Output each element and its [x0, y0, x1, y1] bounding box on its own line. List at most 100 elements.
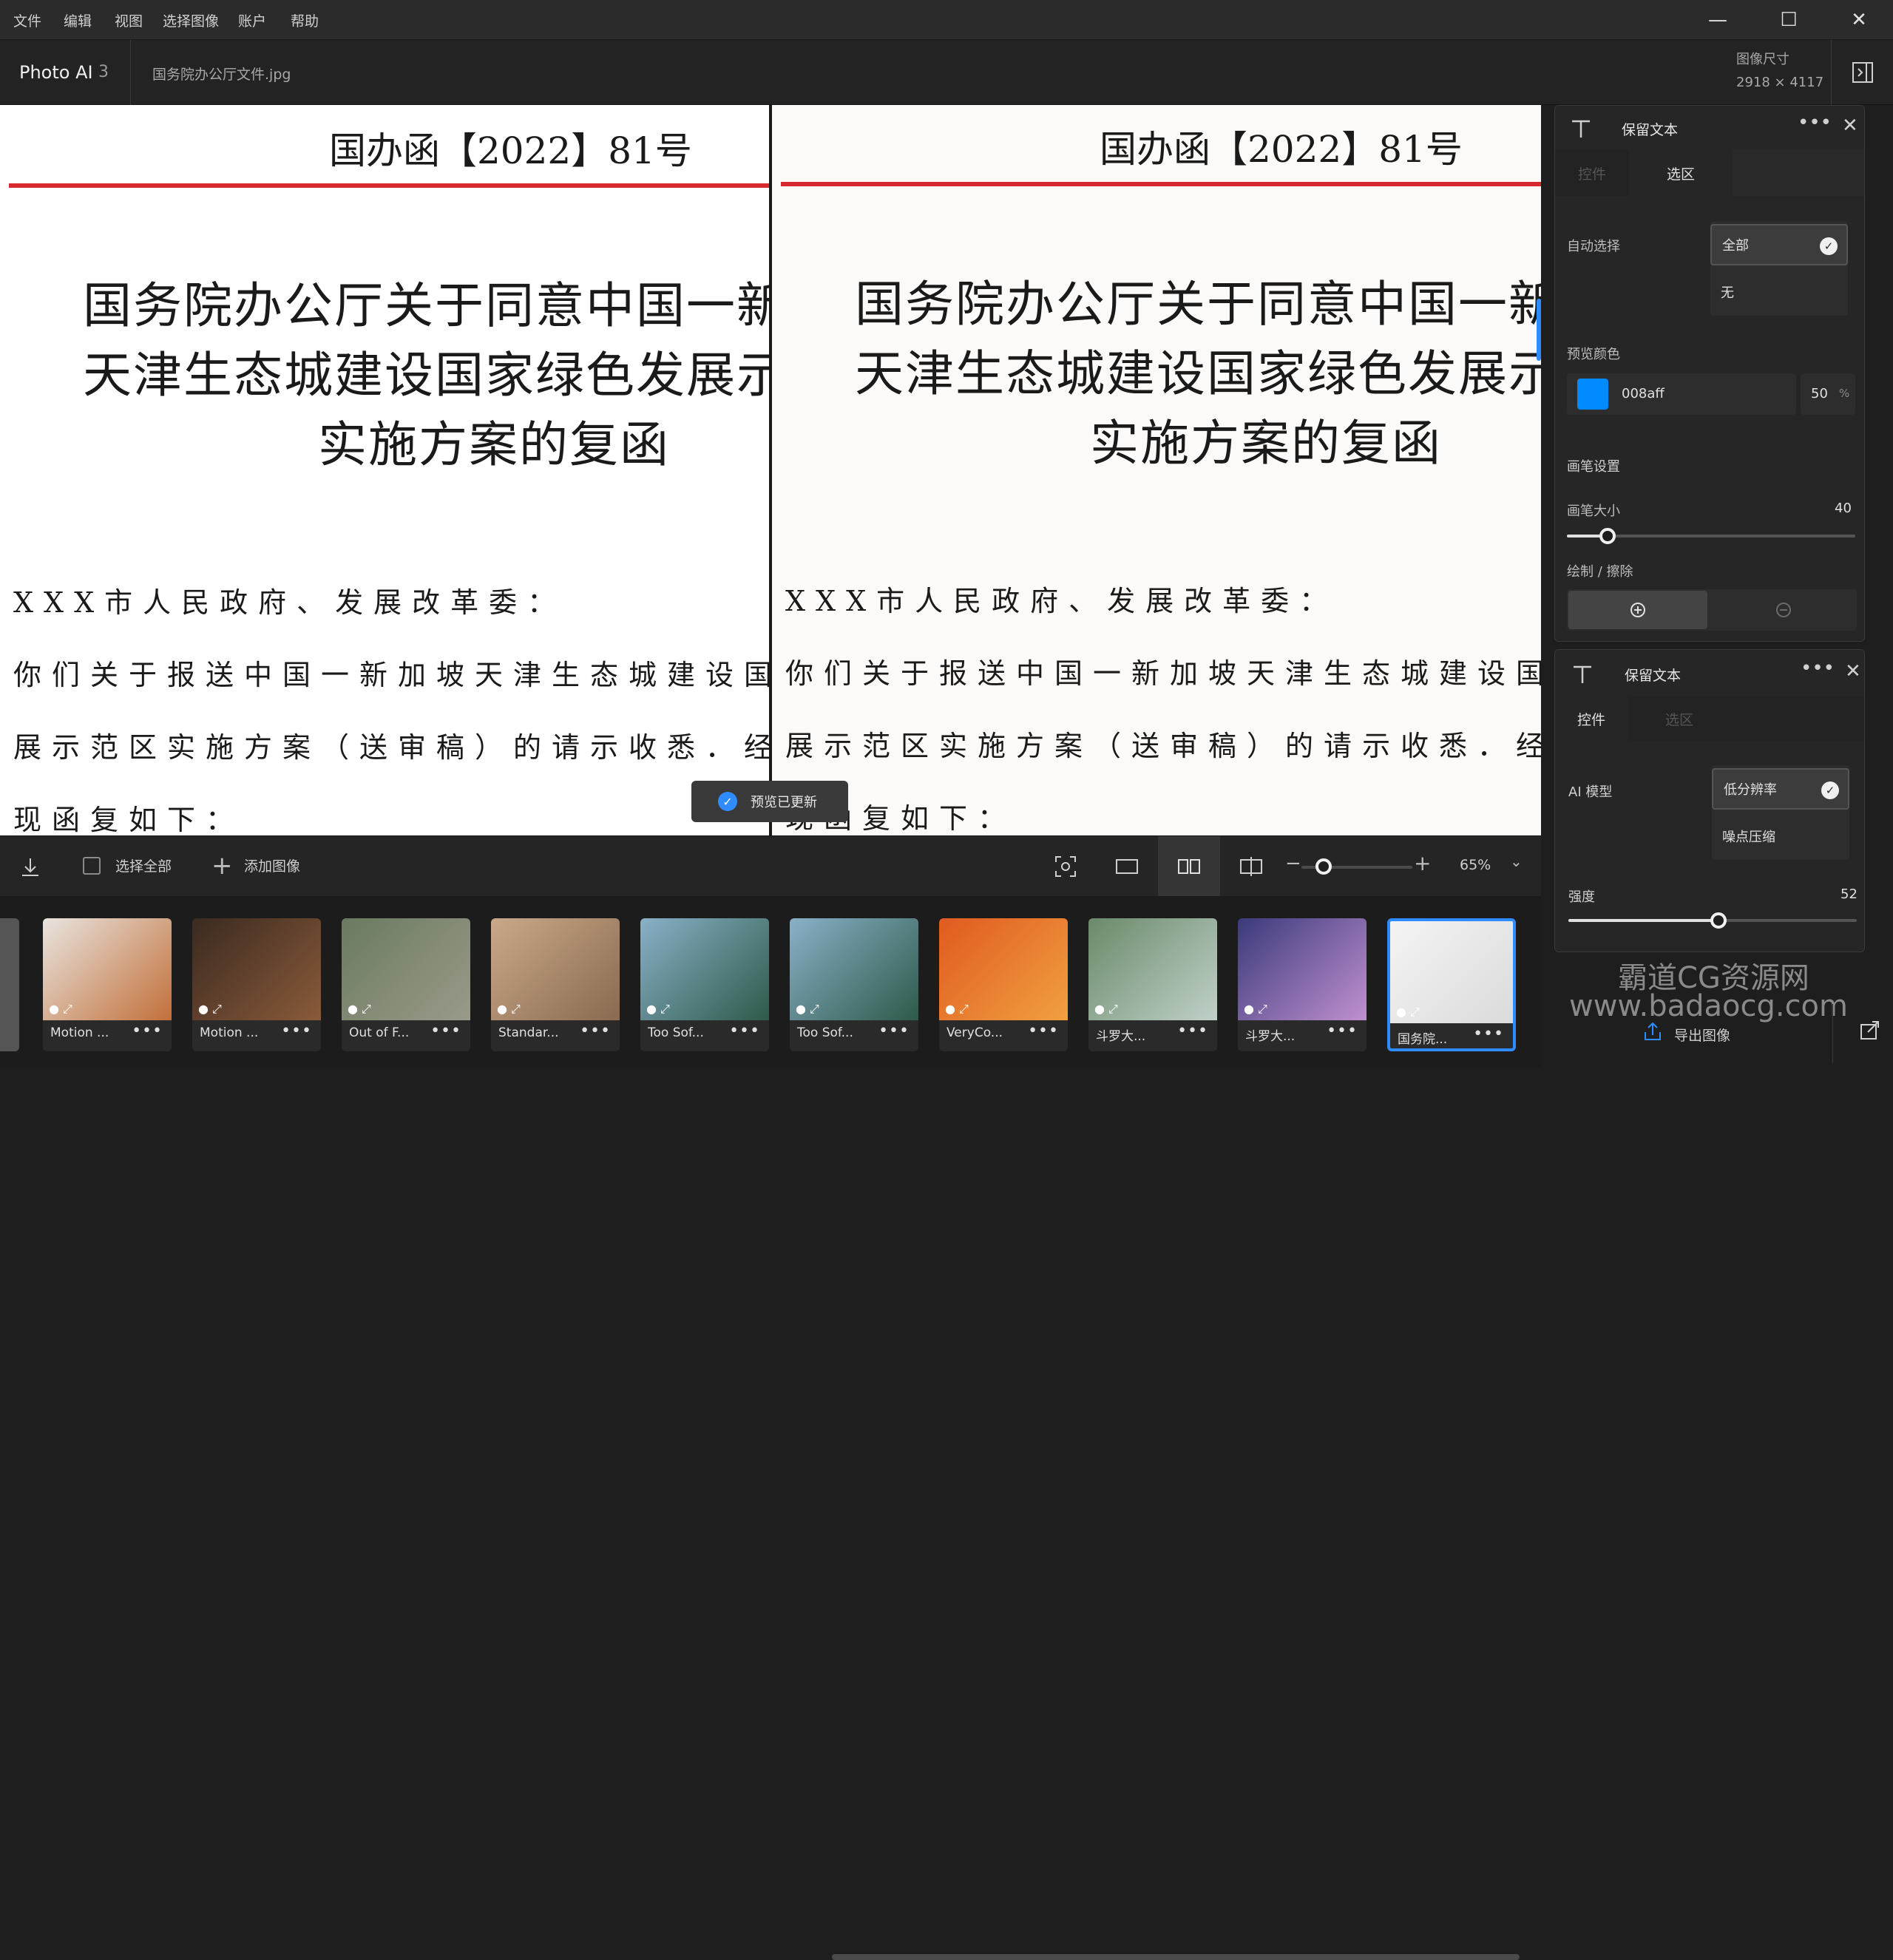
doc-number: 国办函【2022】81号 [1100, 128, 1463, 171]
auto-select-dropdown[interactable]: 全部 ✓ 无 [1710, 221, 1848, 316]
close-icon[interactable]: ✕ [1845, 660, 1861, 682]
ai-model-option-denoise[interactable]: 噪点压缩 [1712, 815, 1849, 857]
ai-model-option-low-res[interactable]: 低分辨率 ✓ [1712, 768, 1849, 810]
thumbnail[interactable]: ● ⤢ VeryCo... ••• [939, 918, 1068, 1051]
thumbnail[interactable]: ● ⤢ Out of F... ••• [342, 918, 470, 1051]
thumbnail-more-icon[interactable]: ••• [1473, 1025, 1504, 1043]
ai-model-dropdown[interactable]: 低分辨率 ✓ 噪点压缩 [1712, 765, 1849, 860]
tab-bar: 控件 选区 [1555, 150, 1864, 196]
menu-bar: 文件 编辑 视图 选择图像 账户 帮助 — ☐ ✕ [0, 0, 1893, 40]
more-options-icon[interactable]: ••• [1798, 112, 1832, 134]
thumbnail-label: VeryCo... [946, 1025, 1003, 1040]
select-all-checkbox[interactable] [83, 857, 101, 875]
zoom-out-icon[interactable]: − [1285, 852, 1301, 875]
status-badge-icon: ● ⤢ [945, 1002, 969, 1016]
check-icon: ✓ [1820, 237, 1838, 255]
side-by-side-button[interactable] [1158, 836, 1220, 897]
draw-icon [1630, 603, 1645, 617]
thumbnail-more-icon[interactable]: ••• [580, 1022, 611, 1040]
draw-button[interactable] [1568, 591, 1707, 629]
thumbnail[interactable]: ● ⤢ Motion ... ••• [192, 918, 321, 1051]
doc-title-line: 国务院办公厅关于同意中国一新加坡 [855, 276, 1541, 333]
thumbnail[interactable]: ● ⤢ 斗罗大... ••• [1088, 918, 1217, 1051]
maximize-button[interactable]: ☐ [1753, 0, 1824, 40]
menu-edit[interactable]: 编辑 [64, 10, 92, 30]
brush-size-knob[interactable] [1599, 528, 1616, 544]
erase-button[interactable] [1713, 591, 1854, 629]
app-name: Photo AI [19, 62, 93, 83]
opacity-field[interactable]: 50 % [1801, 373, 1855, 415]
thumbnail-more-icon[interactable]: ••• [1028, 1022, 1059, 1040]
thumbnail[interactable]: ● ⤢ 国务院... ••• [1387, 918, 1516, 1051]
screenshot-icon[interactable] [1054, 855, 1077, 878]
image-strip: ● ⤢ Motion ... ••• ● ⤢ Motion ... ••• ● ⤢ Out o… [0, 896, 1541, 1960]
color-swatch[interactable] [1577, 379, 1608, 410]
tab-selection[interactable]: 选区 [1628, 696, 1731, 742]
export-image-button[interactable]: 导出图像 [1674, 1025, 1730, 1045]
more-options-icon[interactable]: ••• [1801, 657, 1835, 679]
thumbnail-more-icon[interactable]: ••• [878, 1022, 910, 1040]
close-window-button[interactable]: ✕ [1823, 0, 1893, 40]
zoom-in-icon[interactable]: + [1414, 851, 1431, 875]
add-image-label[interactable]: 添加图像 [244, 855, 300, 875]
thumbnail-label: 斗罗大... [1096, 1029, 1146, 1044]
thumbnail-more-icon[interactable]: ••• [1177, 1022, 1208, 1040]
status-badge-icon: ● ⤢ [497, 1002, 521, 1016]
toggle-panel-button[interactable] [1831, 40, 1893, 105]
zoom-dropdown-icon[interactable]: ⌄ [1510, 852, 1523, 870]
bottom-toolbar: 选择全部 + 添加图像 − + 65% ⌄ [0, 835, 1541, 897]
header-divider [130, 40, 131, 105]
opacity-value[interactable]: 50 [1811, 386, 1828, 401]
thumbnail[interactable]: ● ⤢ Too Sof... ••• [790, 918, 918, 1051]
menu-view[interactable]: 视图 [115, 10, 143, 30]
strip-scrollbar[interactable] [832, 1954, 1520, 1960]
menu-account[interactable]: 账户 [238, 10, 266, 30]
auto-select-option-all[interactable]: 全部 ✓ [1710, 224, 1848, 265]
auto-select-option-none[interactable]: 无 [1710, 271, 1848, 313]
thumbnail-more-icon[interactable]: ••• [281, 1022, 312, 1040]
select-all-label[interactable]: 选择全部 [115, 855, 172, 875]
collapse-strip-icon[interactable] [18, 854, 43, 879]
thumbnail[interactable]: ● ⤢ Standar... ••• [491, 918, 620, 1051]
tab-selection[interactable]: 选区 [1629, 150, 1733, 196]
right-panel: 保留文本 ••• ✕ 控件 选区 自动选择 全部 ✓ 无 预览颜色 008aff … [1541, 105, 1893, 1068]
tab-controls[interactable]: 控件 [1555, 696, 1628, 742]
thumbnail-label: 斗罗大... [1245, 1029, 1296, 1044]
export-icon[interactable] [1642, 1020, 1664, 1042]
doc-body-line: 现函复如下： [13, 804, 245, 835]
menu-help[interactable]: 帮助 [291, 10, 319, 30]
text-tool-icon [1572, 120, 1590, 138]
zoom-slider-knob[interactable] [1315, 858, 1332, 875]
thumbnail-label: Out of F... [349, 1025, 410, 1040]
status-badge-icon: ● ⤢ [1396, 1005, 1420, 1019]
export-settings-icon[interactable] [1859, 1019, 1881, 1041]
erase-icon [1776, 603, 1791, 617]
check-icon: ✓ [718, 792, 737, 811]
thumbnail-partial[interactable] [0, 918, 19, 1051]
strength-knob[interactable] [1710, 912, 1727, 929]
image-size-value: 2918 × 4117 [1736, 75, 1824, 90]
thumbnail-more-icon[interactable]: ••• [430, 1022, 461, 1040]
menu-select-image[interactable]: 选择图像 [163, 10, 219, 30]
thumbnail-more-icon[interactable]: ••• [729, 1022, 760, 1040]
color-hex[interactable]: 008aff [1622, 386, 1665, 401]
tab-controls[interactable]: 控件 [1555, 150, 1629, 196]
image-size-label: 图像尺寸 [1736, 52, 1789, 67]
plus-icon[interactable]: + [211, 851, 233, 881]
thumbnail[interactable]: ● ⤢ Motion ... ••• [43, 918, 172, 1051]
split-view-icon[interactable] [1239, 857, 1263, 876]
menu-file[interactable]: 文件 [13, 10, 41, 30]
doc-title-line: 天津生态城建设国家绿色发展示范区 [855, 345, 1541, 402]
thumbnail-label: Standar... [498, 1025, 559, 1040]
single-view-icon[interactable] [1115, 858, 1139, 875]
footer-divider [1832, 1004, 1833, 1063]
close-icon[interactable]: ✕ [1842, 115, 1858, 137]
minimize-button[interactable]: — [1682, 0, 1753, 40]
image-canvas[interactable]: 国办函【2022】81号 国务院办公厅关于同意中国一新加坡 天津生态城建设国家绿… [0, 105, 1541, 835]
thumbnail-more-icon[interactable]: ••• [132, 1022, 163, 1040]
preview-color-field[interactable]: 008aff [1567, 373, 1796, 415]
thumbnail[interactable]: ● ⤢ Too Sof... ••• [640, 918, 769, 1051]
thumbnail[interactable]: ● ⤢ 斗罗大... ••• [1238, 918, 1367, 1051]
zoom-value[interactable]: 65% [1460, 857, 1491, 873]
thumbnail-more-icon[interactable]: ••• [1327, 1022, 1358, 1040]
